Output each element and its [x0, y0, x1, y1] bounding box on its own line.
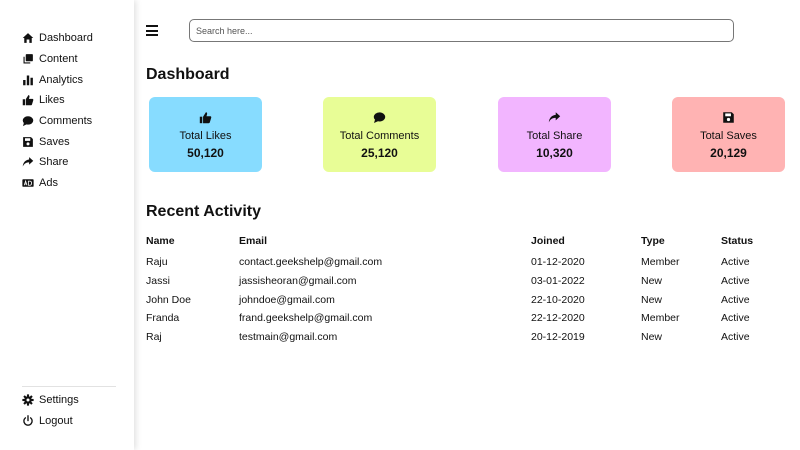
- cell-joined: 20-12-2019: [531, 331, 585, 344]
- cell-status: Active: [721, 331, 750, 344]
- sidebar-item-dashboard[interactable]: Dashboard: [22, 28, 93, 49]
- sidebar-item-label: Comments: [39, 115, 93, 128]
- recent-activity-title: Recent Activity: [146, 203, 261, 220]
- stat-card-share[interactable]: Total Share 10,320: [498, 97, 611, 172]
- stat-card-comments[interactable]: Total Comments 25,120: [323, 97, 436, 172]
- cell-joined: 01-12-2020: [531, 256, 585, 269]
- column-header-name: Name: [146, 235, 175, 247]
- comment-icon: [373, 110, 387, 124]
- sidebar-item-saves[interactable]: Saves: [22, 131, 93, 152]
- menu-toggle-icon[interactable]: [146, 25, 158, 36]
- cell-name: John Doe: [146, 293, 191, 306]
- table-row[interactable]: Raju contact.geekshelp@gmail.com 01-12-2…: [146, 253, 781, 272]
- cell-joined: 22-10-2020: [531, 293, 585, 306]
- sidebar: Dashboard Content Analytics Likes Commen…: [0, 0, 134, 450]
- sidebar-item-comments[interactable]: Comments: [22, 111, 93, 132]
- cell-name: Raju: [146, 256, 168, 269]
- stat-card-label: Total Share: [526, 130, 583, 142]
- cell-name: Raj: [146, 331, 162, 344]
- cell-name: Jassi: [146, 275, 170, 288]
- sidebar-item-content[interactable]: Content: [22, 49, 93, 70]
- cell-status: Active: [721, 293, 750, 306]
- table-header-row: Name Email Joined Type Status: [146, 229, 781, 253]
- cell-email: contact.geekshelp@gmail.com: [239, 256, 383, 269]
- cell-joined: 03-01-2022: [531, 275, 585, 288]
- sidebar-item-share[interactable]: Share: [22, 152, 93, 173]
- sidebar-divider: [22, 386, 116, 387]
- sidebar-nav: Dashboard Content Analytics Likes Commen…: [22, 28, 93, 194]
- cell-email: frand.geekshelp@gmail.com: [239, 312, 373, 325]
- comment-icon: [22, 115, 34, 127]
- sidebar-bottom-nav: Settings Logout: [22, 390, 79, 431]
- stat-card-value: 20,129: [710, 146, 747, 160]
- stat-card-value: 50,120: [187, 146, 224, 160]
- table-row[interactable]: Raj testmain@gmail.com 20-12-2019 New Ac…: [146, 328, 781, 347]
- sidebar-item-logout[interactable]: Logout: [22, 411, 79, 432]
- stat-card-label: Total Comments: [339, 130, 420, 142]
- cell-type: New: [641, 331, 663, 344]
- sidebar-item-label: Saves: [39, 135, 70, 148]
- recent-activity-table: Name Email Joined Type Status Raju conta…: [146, 229, 781, 346]
- power-icon: [22, 415, 34, 427]
- stat-card-label: Total Saves: [700, 130, 757, 142]
- search-input[interactable]: [189, 19, 734, 42]
- bar-chart-icon: [22, 74, 34, 86]
- cell-email: jassisheoran@gmail.com: [239, 275, 357, 288]
- sidebar-item-analytics[interactable]: Analytics: [22, 69, 93, 90]
- column-header-joined: Joined: [531, 235, 565, 247]
- copy-icon: [22, 53, 34, 65]
- sidebar-item-label: Logout: [39, 415, 73, 428]
- sidebar-item-ads[interactable]: Ads: [22, 173, 93, 194]
- ad-icon: [22, 177, 34, 189]
- sidebar-item-label: Content: [39, 53, 78, 66]
- stat-card-likes[interactable]: Total Likes 50,120: [149, 97, 262, 172]
- cell-type: Member: [641, 312, 680, 325]
- stat-card-label: Total Likes: [179, 130, 232, 142]
- home-icon: [22, 32, 34, 44]
- sidebar-item-likes[interactable]: Likes: [22, 90, 93, 111]
- share-icon: [548, 110, 562, 124]
- cell-status: Active: [721, 275, 750, 288]
- table-row[interactable]: Jassi jassisheoran@gmail.com 03-01-2022 …: [146, 272, 781, 291]
- column-header-type: Type: [641, 235, 665, 247]
- gear-icon: [22, 394, 34, 406]
- table-row[interactable]: Franda frand.geekshelp@gmail.com 22-12-2…: [146, 309, 781, 328]
- save-icon: [22, 136, 34, 148]
- cell-name: Franda: [146, 312, 180, 325]
- sidebar-item-label: Share: [39, 156, 69, 169]
- column-header-email: Email: [239, 235, 268, 247]
- save-icon: [722, 110, 736, 124]
- table-row[interactable]: John Doe johndoe@gmail.com 22-10-2020 Ne…: [146, 290, 781, 309]
- stat-card-value: 10,320: [536, 146, 573, 160]
- sidebar-item-label: Dashboard: [39, 32, 93, 45]
- cell-type: New: [641, 293, 663, 306]
- thumbs-up-icon: [22, 94, 34, 106]
- cell-joined: 22-12-2020: [531, 312, 585, 325]
- sidebar-item-label: Likes: [39, 94, 65, 107]
- sidebar-item-label: Analytics: [39, 73, 84, 86]
- sidebar-item-label: Ads: [39, 177, 58, 190]
- cell-status: Active: [721, 256, 750, 269]
- cell-email: johndoe@gmail.com: [239, 293, 335, 306]
- page-title: Dashboard: [146, 66, 230, 83]
- sidebar-item-label: Settings: [39, 394, 79, 407]
- cell-email: testmain@gmail.com: [239, 331, 338, 344]
- stat-card-saves[interactable]: Total Saves 20,129: [672, 97, 785, 172]
- sidebar-item-settings[interactable]: Settings: [22, 390, 79, 411]
- share-icon: [22, 156, 34, 168]
- main-content: Dashboard Total Likes 50,120 Total Comme…: [134, 0, 800, 450]
- cell-type: Member: [641, 256, 680, 269]
- cell-status: Active: [721, 312, 750, 325]
- stat-card-value: 25,120: [361, 146, 398, 160]
- cell-type: New: [641, 275, 663, 288]
- thumbs-up-icon: [199, 110, 213, 124]
- column-header-status: Status: [721, 235, 754, 247]
